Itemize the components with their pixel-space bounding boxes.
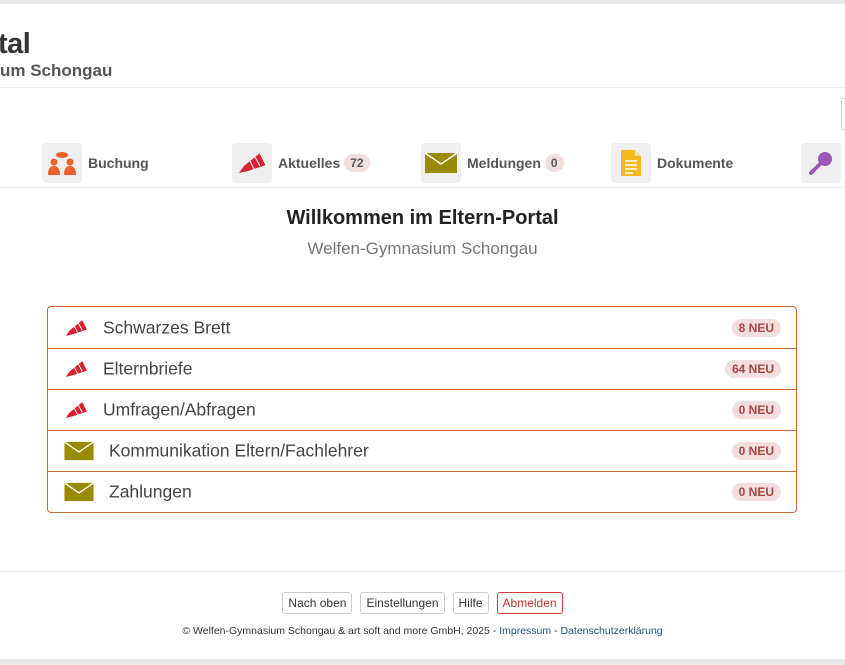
new-count-badge: 8 NEU (731, 318, 781, 337)
footer-divider (0, 571, 845, 572)
nav-label-meldungen: Meldungen (467, 155, 541, 171)
people-icon (42, 143, 82, 183)
nav-badge-aktuelles: 72 (344, 154, 370, 172)
new-count-badge: 0 NEU (731, 401, 781, 419)
megaphone-icon (65, 319, 87, 336)
school-name: Welfen-Gymnasium Schongau (307, 239, 538, 258)
list-item-zahlungen[interactable]: Zahlungen 0 NEU (48, 471, 796, 512)
nav-item-aktuelles[interactable]: Aktuelles 72 (232, 140, 370, 186)
new-count-badge: 64 NEU (724, 360, 781, 378)
page: tal um Schongau Buchung Aktuelles 72 Mel… (0, 4, 845, 659)
list-item-schwarzes-brett[interactable]: Schwarzes Brett 8 NEU (48, 307, 796, 348)
list-item-umfragen[interactable]: Umfragen/Abfragen 0 NEU (48, 389, 796, 430)
welcome-heading: Willkommen im Eltern-Portal (286, 207, 559, 229)
side-toggle[interactable] (841, 98, 845, 130)
new-count-badge: 0 NEU (731, 442, 781, 460)
new-count-badge: 0 NEU (731, 483, 781, 501)
nav-item-buchung[interactable]: Buchung (42, 140, 149, 186)
list-item-label: Umfragen/Abfragen (103, 399, 256, 420)
nav-badge-meldungen: 0 (544, 154, 564, 172)
main-nav: Buchung Aktuelles 72 Meldungen 0 Dokumen… (0, 140, 845, 186)
list-item-label: Kommunikation Eltern/Fachlehrer (109, 440, 369, 461)
portal-subtitle: um Schongau (0, 61, 113, 80)
megaphone-icon (65, 402, 87, 418)
megaphone-icon (65, 361, 87, 377)
envelope-icon (421, 143, 461, 183)
nav-item-meldungen[interactable]: Meldungen 0 (421, 140, 564, 186)
list-item-label: Zahlungen (109, 481, 192, 502)
impressum-link[interactable]: Impressum (499, 625, 551, 637)
nav-label-buchung: Buchung (88, 155, 149, 171)
overview-list: Schwarzes Brett 8 NEU Elternbriefe 64 NE… (47, 306, 797, 513)
nav-item-dokumente[interactable]: Dokumente (611, 140, 733, 186)
portal-title: tal (0, 28, 31, 60)
document-icon (611, 143, 651, 183)
envelope-icon (64, 441, 94, 461)
copyright-line: © Welfen-Gymnasium Schongau & art soft a… (0, 625, 845, 637)
nav-label-aktuelles: Aktuelles (278, 155, 341, 171)
magnifier-icon (801, 143, 841, 183)
list-item-label: Schwarzes Brett (103, 317, 231, 337)
list-item-elternbriefe[interactable]: Elternbriefe 64 NEU (48, 348, 796, 389)
header-divider (0, 87, 845, 88)
list-item-label: Elternbriefe (103, 358, 193, 379)
nav-label-dokumente: Dokumente (657, 155, 734, 171)
envelope-icon (64, 482, 94, 502)
list-item-kommunikation[interactable]: Kommunikation Eltern/Fachlehrer 0 NEU (48, 430, 796, 471)
logout-button[interactable]: Abmelden (496, 592, 563, 614)
help-button[interactable]: Hilfe (452, 592, 489, 614)
back-to-top-button[interactable]: Nach oben (282, 592, 353, 614)
copyright-text: © Welfen-Gymnasium Schongau & art soft a… (182, 625, 497, 637)
footer-buttons: Nach oben Einstellungen Hilfe Abmelden (0, 592, 845, 614)
settings-button[interactable]: Einstellungen (360, 592, 445, 614)
nav-item-search[interactable] (801, 140, 841, 186)
megaphone-icon (232, 143, 272, 183)
privacy-link[interactable]: Datenschutzerklärung (561, 625, 663, 637)
nav-divider (0, 187, 845, 188)
link-separator: - (554, 625, 558, 637)
